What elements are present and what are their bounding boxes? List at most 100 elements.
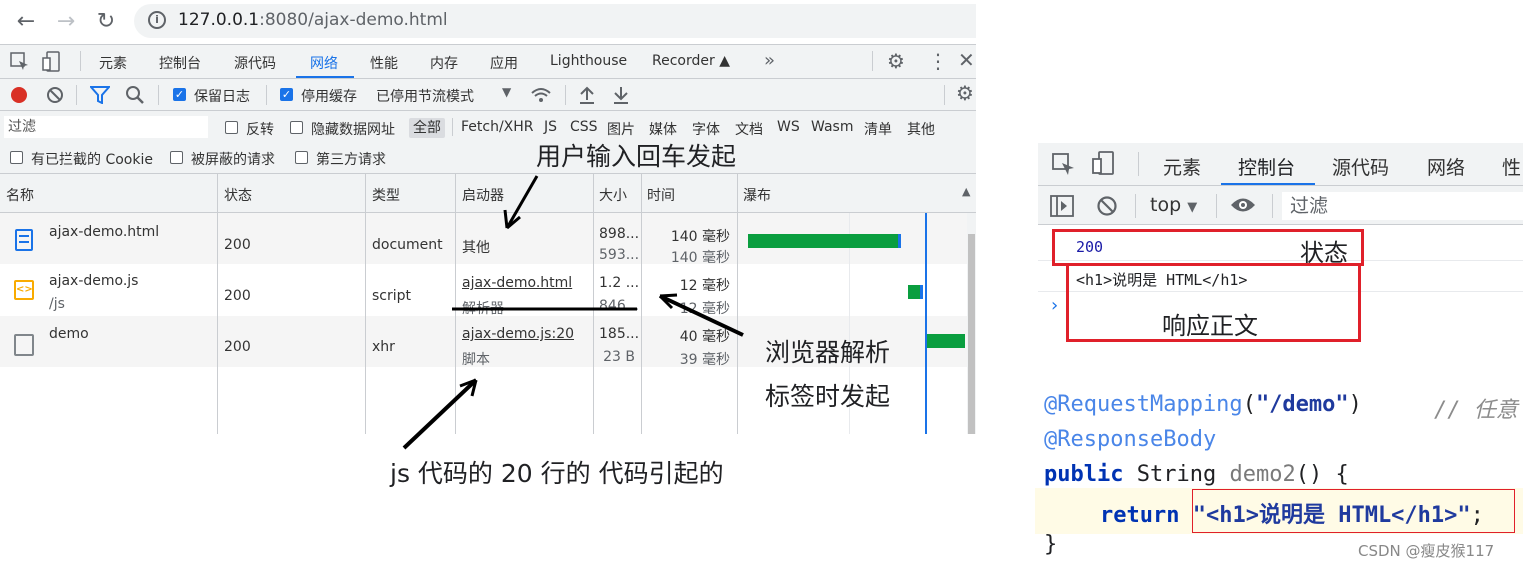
console-prompt-icon[interactable]: › (1051, 295, 1058, 316)
hide-data-urls-checkbox[interactable] (290, 121, 303, 134)
column-header-status[interactable]: 状态 (224, 185, 252, 205)
context-select[interactable]: top ▼ (1150, 194, 1197, 216)
column-header-type[interactable]: 类型 (372, 185, 400, 205)
initiator-link[interactable]: ajax-demo.js:20 (462, 326, 574, 342)
request-status: 200 (224, 339, 251, 355)
request-name[interactable]: ajax-demo.js (49, 273, 138, 289)
tab-console[interactable]: 控制台 (1238, 153, 1295, 180)
scrollbar-thumb[interactable] (968, 234, 975, 434)
filter-icon[interactable] (90, 86, 110, 104)
filter-type-wasm[interactable]: Wasm (811, 119, 853, 135)
chevron-down-icon[interactable]: ▼ (502, 85, 511, 99)
network-settings-gear-icon[interactable]: ⚙ (956, 81, 974, 105)
disable-cache-checkbox[interactable]: ✓ (280, 88, 293, 101)
request-size-transferred: 1.2 ... (599, 275, 640, 291)
console-body-label: 响应正文 (1162, 312, 1258, 340)
tab-recorder[interactable]: Recorder ▲ (652, 53, 730, 69)
blocked-requests-label: 被屏蔽的请求 (191, 152, 275, 168)
request-name[interactable]: ajax-demo.html (49, 224, 159, 240)
tab-network[interactable]: 网络 (1427, 153, 1465, 180)
code-keyword: public (1044, 462, 1124, 487)
filter-type-font[interactable]: 字体 (692, 119, 720, 139)
filter-type-css[interactable]: CSS (570, 119, 598, 135)
request-name[interactable]: demo (49, 326, 89, 342)
back-icon[interactable]: ← (10, 6, 42, 38)
tab-console[interactable]: 控制台 (159, 53, 201, 73)
column-divider (365, 174, 366, 434)
settings-gear-icon[interactable]: ⚙ (887, 49, 905, 73)
eye-icon[interactable] (1230, 196, 1256, 214)
initiator-link[interactable]: ajax-demo.html (462, 275, 572, 291)
column-header-initiator[interactable]: 启动器 (462, 185, 504, 205)
filter-type-img[interactable]: 图片 (607, 119, 635, 139)
import-har-icon[interactable] (578, 85, 596, 105)
tab-sources[interactable]: 源代码 (1332, 153, 1389, 180)
third-party-label: 第三方请求 (316, 152, 386, 168)
filter-type-manifest[interactable]: 清单 (864, 119, 892, 139)
more-options-icon[interactable]: ⋮ (928, 49, 948, 73)
code-paren: ( (1242, 392, 1256, 417)
inspect-icon[interactable] (10, 52, 30, 72)
waterfall-bar[interactable] (927, 334, 965, 348)
tab-elements[interactable]: 元素 (99, 53, 127, 73)
waterfall-bar[interactable] (748, 234, 900, 248)
invert-label: 反转 (246, 122, 274, 138)
request-size-resource: 846... (599, 298, 640, 314)
inspect-icon[interactable] (1052, 153, 1076, 177)
network-conditions-icon[interactable] (530, 86, 552, 104)
column-header-time[interactable]: 时间 (647, 185, 675, 205)
tab-performance[interactable]: 性能 (370, 53, 398, 73)
console-filter-input[interactable]: 过滤 (1282, 192, 1523, 220)
filter-input[interactable]: 过滤 (4, 116, 208, 138)
device-toolbar-icon[interactable] (1092, 151, 1118, 177)
tab-network[interactable]: 网络 (310, 53, 338, 73)
filter-type-all[interactable]: 全部 (409, 118, 445, 138)
close-devtools-icon[interactable]: ✕ (958, 48, 975, 72)
tab-application[interactable]: 应用 (490, 53, 518, 73)
divider (872, 51, 873, 71)
tab-memory[interactable]: 内存 (430, 53, 458, 73)
column-divider (455, 174, 456, 434)
more-tabs-icon[interactable]: » (764, 50, 775, 71)
clear-icon[interactable] (46, 86, 64, 104)
search-icon[interactable] (125, 85, 145, 105)
column-divider (593, 174, 594, 434)
site-info-icon[interactable]: i (148, 11, 166, 29)
tab-performance[interactable]: 性 (1502, 153, 1521, 180)
tab-lighthouse[interactable]: Lighthouse (550, 53, 627, 69)
blocked-requests-checkbox[interactable] (170, 151, 183, 164)
tab-sources[interactable]: 源代码 (234, 53, 276, 73)
divider (158, 85, 159, 105)
filter-type-ws[interactable]: WS (777, 119, 800, 135)
request-size-transferred: 185... (599, 326, 640, 342)
request-path: /js (49, 296, 65, 312)
filter-type-other[interactable]: 其他 (907, 119, 935, 139)
reload-icon[interactable]: ↻ (90, 6, 122, 38)
record-icon[interactable] (11, 87, 27, 103)
blocked-cookies-checkbox[interactable] (10, 151, 23, 164)
column-header-name[interactable]: 名称 (6, 185, 34, 205)
device-toolbar-icon[interactable] (42, 51, 64, 73)
request-time-total: 12 毫秒 (679, 278, 730, 294)
column-header-size[interactable]: 大小 (599, 185, 627, 205)
sort-up-icon[interactable]: ▲ (962, 185, 970, 198)
third-party-checkbox[interactable] (295, 151, 308, 164)
table-header: 名称 状态 类型 启动器 大小 时间 瀑布 ▲ (0, 174, 976, 213)
throttling-select[interactable]: 已停用节流模式 (376, 86, 474, 106)
divider (944, 85, 945, 105)
filter-type-doc[interactable]: 文档 (735, 119, 763, 139)
invert-checkbox[interactable] (225, 121, 238, 134)
filter-type-media[interactable]: 媒体 (649, 119, 677, 139)
filter-type-js[interactable]: JS (544, 119, 557, 135)
column-divider (217, 174, 218, 434)
column-divider (737, 174, 738, 434)
address-bar[interactable]: i 127.0.0.1:8080/ajax-demo.html (134, 4, 976, 38)
column-header-waterfall[interactable]: 瀑布 (743, 185, 771, 205)
sidebar-toggle-icon[interactable] (1050, 195, 1074, 217)
export-har-icon[interactable] (612, 85, 630, 105)
forward-icon[interactable]: → (50, 6, 82, 38)
clear-console-icon[interactable] (1096, 195, 1118, 217)
filter-type-fetch-xhr[interactable]: Fetch/XHR (461, 119, 534, 135)
preserve-log-checkbox[interactable]: ✓ (173, 88, 186, 101)
tab-elements[interactable]: 元素 (1163, 153, 1201, 180)
